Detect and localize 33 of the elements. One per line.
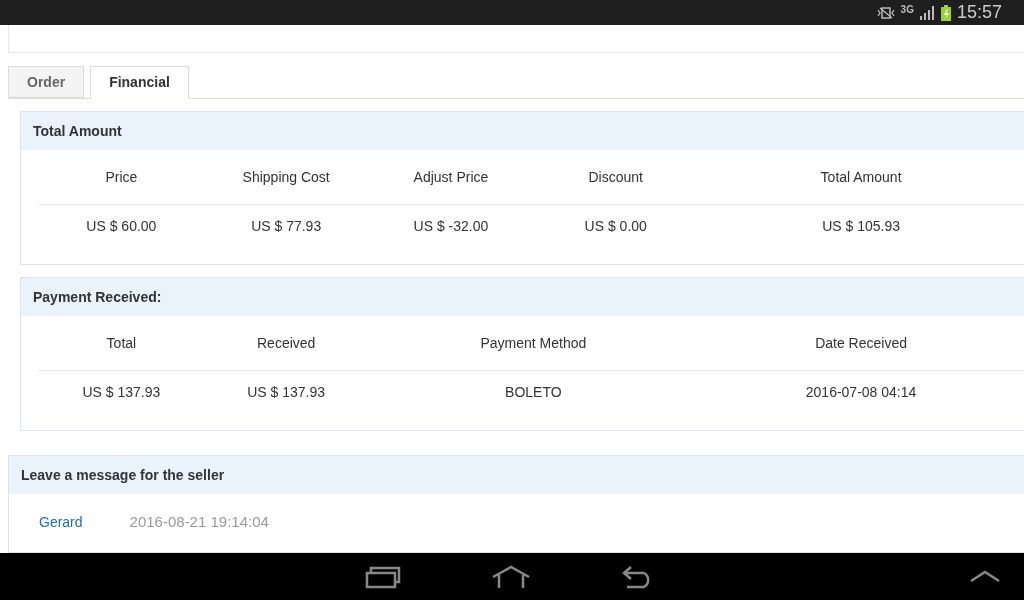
section-header: Payment Received: — [21, 278, 1024, 316]
author-link[interactable]: Gerard — [39, 511, 83, 533]
network-label: 3G — [900, 4, 914, 15]
table-cell-text: US $ 77.93 — [250, 216, 323, 236]
section-header: Leave a message for the seller — [9, 456, 1024, 494]
battery-icon — [940, 4, 951, 21]
column-header: Date Received — [814, 333, 908, 353]
table-cell-text: 2016-07-08 04:14 — [804, 382, 918, 402]
table-cell-text: US $ 105.93 — [821, 216, 901, 236]
column-header: Adjust Price — [412, 167, 490, 187]
signal-icon — [919, 5, 935, 20]
column-header: Shipping Cost — [241, 167, 331, 187]
vibrate-icon — [876, 6, 895, 19]
column-header: Total Amount — [819, 167, 903, 187]
table-cell-text: US $ 0.00 — [583, 216, 648, 236]
home-icon[interactable] — [491, 564, 531, 589]
recent-apps-icon[interactable] — [365, 564, 401, 589]
table-cell-text: US $ 60.00 — [85, 216, 158, 236]
column-header: Received — [256, 333, 317, 353]
column-header: Discount — [587, 167, 644, 187]
clock: 15:57 — [956, 1, 1002, 24]
section-header: Total Amount — [21, 112, 1024, 150]
column-header: Payment Method — [479, 333, 588, 353]
column-header: Price — [104, 167, 139, 187]
tab[interactable]: Financial — [90, 66, 189, 99]
table-cell-text: US $ 137.93 — [81, 382, 162, 402]
table-cell-text: US $ -32.00 — [412, 216, 490, 236]
chevron-up-icon[interactable] — [970, 569, 1000, 583]
table-cell-text: BOLETO — [504, 382, 563, 402]
message-time: 2016-08-21 19:14:04 — [129, 511, 269, 532]
column-header: Total — [105, 333, 138, 353]
tab[interactable]: Order — [8, 66, 85, 98]
table-cell-text: US $ 137.93 — [246, 382, 327, 402]
